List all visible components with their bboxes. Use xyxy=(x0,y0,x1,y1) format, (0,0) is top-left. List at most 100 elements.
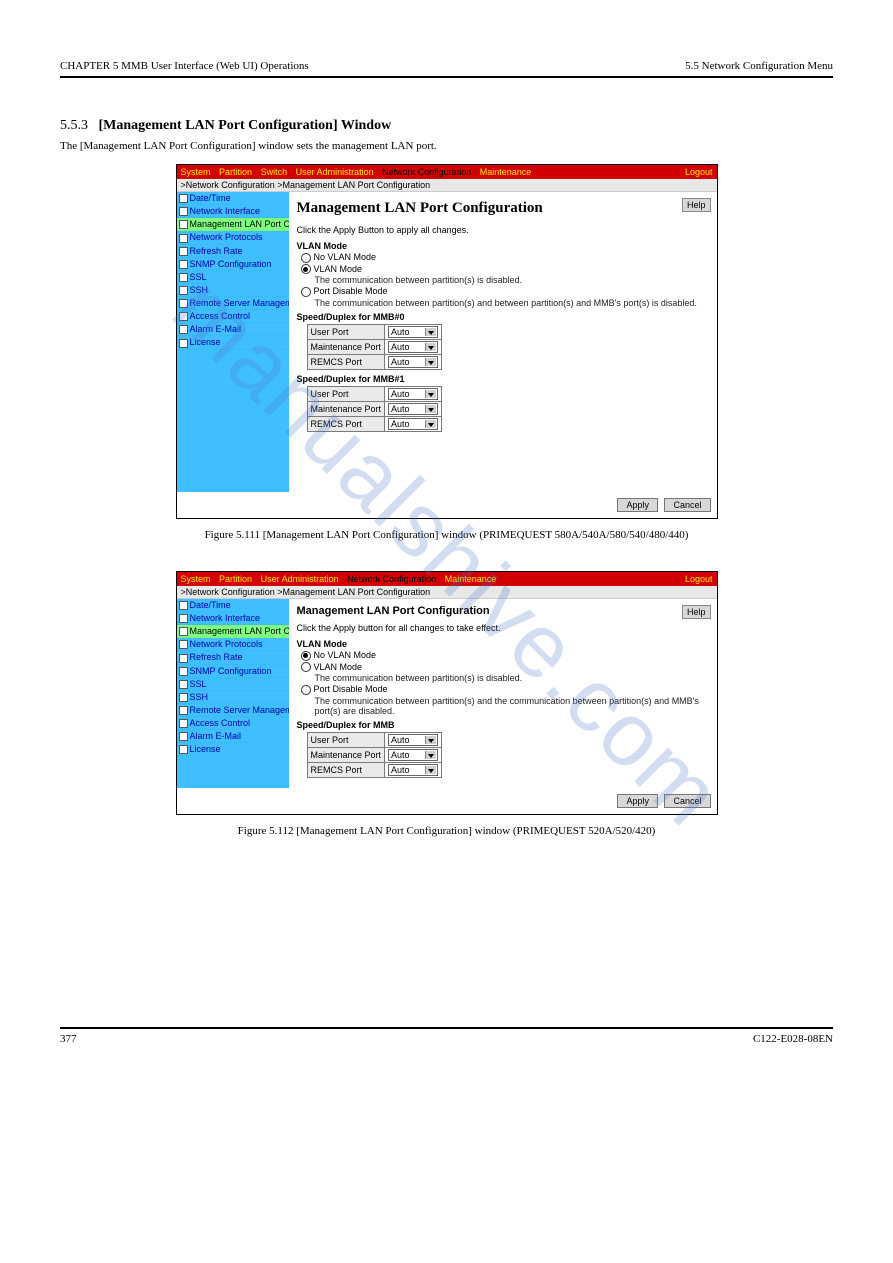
row-label: Maintenance Port xyxy=(307,339,385,354)
top-menu-bar: System Partition Switch User Administrat… xyxy=(177,165,717,179)
select-remcs-port-0[interactable]: Auto xyxy=(388,356,438,368)
select-maint-port-0[interactable]: Auto xyxy=(388,341,438,353)
table-row: REMCS PortAuto xyxy=(307,416,442,431)
nav-mgmt-lan-port-2[interactable]: Management LAN Port Configura xyxy=(177,625,289,638)
row-label: REMCS Port xyxy=(307,354,385,369)
vlan-mode-label: VLAN Mode xyxy=(297,241,709,251)
nav-mgmt-lan-port[interactable]: Management LAN Port Configuration xyxy=(177,218,289,231)
cancel-button[interactable]: Cancel xyxy=(664,498,710,512)
nav-snmp-2[interactable]: SNMP Configuration xyxy=(177,665,289,678)
speed-duplex-table-mmb0: User PortAuto Maintenance PortAuto REMCS… xyxy=(307,324,443,370)
nav-ssh[interactable]: SSH xyxy=(177,284,289,297)
top-menu-bar-2: System Partition User Administration Net… xyxy=(177,572,717,586)
row-label: User Port xyxy=(307,732,385,747)
vlan-mode-label-2: VLAN Mode xyxy=(297,639,709,649)
section-title: [Management LAN Port Configuration] Wind… xyxy=(99,118,392,133)
screenshot-1: System Partition Switch User Administrat… xyxy=(176,164,718,519)
radio-port-disable-2[interactable]: Port Disable Mode xyxy=(301,684,709,695)
menu-partition[interactable]: Partition xyxy=(219,167,252,177)
nav-snmp[interactable]: SNMP Configuration xyxy=(177,258,289,271)
menu-partition-2[interactable]: Partition xyxy=(219,574,252,584)
table-row: User PortAuto xyxy=(307,324,442,339)
table-row: Maintenance PortAuto xyxy=(307,747,442,762)
nav-remote-server-mgmt[interactable]: Remote Server Management xyxy=(177,297,289,310)
port-disable-desc-2: The communication between partition(s) a… xyxy=(315,696,709,716)
section-body: The [Management LAN Port Configuration] … xyxy=(60,140,833,152)
select-user-port-1[interactable]: Auto xyxy=(388,388,438,400)
menu-network-config[interactable]: Network Configuration xyxy=(382,167,471,177)
nav-network-interface[interactable]: Network Interface xyxy=(177,205,289,218)
table-row: Maintenance PortAuto xyxy=(307,401,442,416)
content-pane: Help Management LAN Port Configuration C… xyxy=(289,192,717,492)
select-maint-port-1[interactable]: Auto xyxy=(388,403,438,415)
radio-vlan-2[interactable]: VLAN Mode xyxy=(301,662,709,673)
breadcrumb: >Network Configuration >Management LAN P… xyxy=(177,179,717,192)
nav-access-control-2[interactable]: Access Control xyxy=(177,717,289,730)
radio-no-vlan-2[interactable]: No VLAN Mode xyxy=(301,650,709,661)
nav-refresh-rate[interactable]: Refresh Rate xyxy=(177,245,289,258)
header-left: CHAPTER 5 MMB User Interface (Web UI) Op… xyxy=(60,60,309,72)
page-title: Management LAN Port Configuration xyxy=(297,200,709,217)
row-label: User Port xyxy=(307,386,385,401)
radio-vlan[interactable]: VLAN Mode xyxy=(301,264,709,275)
footer-left: 377 xyxy=(60,1033,77,1045)
apply-hint: Click the Apply Button to apply all chan… xyxy=(297,225,709,235)
nav-ssh-2[interactable]: SSH xyxy=(177,691,289,704)
menu-switch[interactable]: Switch xyxy=(261,167,288,177)
nav-date-time[interactable]: Date/Time xyxy=(177,192,289,205)
menu-system[interactable]: System xyxy=(181,167,211,177)
cancel-button-2[interactable]: Cancel xyxy=(664,794,710,808)
table-row: User PortAuto xyxy=(307,732,442,747)
logout-link[interactable]: Logout xyxy=(685,165,713,179)
nav-license-2[interactable]: License xyxy=(177,743,289,756)
figure-2-caption: Figure 5.112 [Management LAN Port Config… xyxy=(60,825,833,837)
top-rule xyxy=(60,76,833,78)
nav-date-time-2[interactable]: Date/Time xyxy=(177,599,289,612)
help-button[interactable]: Help xyxy=(682,198,711,212)
nav-access-control[interactable]: Access Control xyxy=(177,310,289,323)
nav-alarm-email-2[interactable]: Alarm E-Mail xyxy=(177,730,289,743)
nav-network-protocols[interactable]: Network Protocols xyxy=(177,231,289,244)
menu-maintenance-2[interactable]: Maintenance xyxy=(445,574,497,584)
nav-refresh-rate-2[interactable]: Refresh Rate xyxy=(177,651,289,664)
radio-port-disable[interactable]: Port Disable Mode xyxy=(301,286,709,297)
nav-remote-server-mgmt-2[interactable]: Remote Server Management xyxy=(177,704,289,717)
nav-alarm-email[interactable]: Alarm E-Mail xyxy=(177,323,289,336)
radio-no-vlan[interactable]: No VLAN Mode xyxy=(301,252,709,263)
menu-maintenance[interactable]: Maintenance xyxy=(480,167,532,177)
nav-ssl-2[interactable]: SSL xyxy=(177,678,289,691)
nav-license[interactable]: License xyxy=(177,336,289,349)
row-label: Maintenance Port xyxy=(307,747,385,762)
select-user-port[interactable]: Auto xyxy=(388,734,438,746)
menu-system-2[interactable]: System xyxy=(181,574,211,584)
menu-user-admin-2[interactable]: User Administration xyxy=(261,574,339,584)
menu-user-admin[interactable]: User Administration xyxy=(296,167,374,177)
port-disable-desc: The communication between partition(s) a… xyxy=(315,298,709,308)
select-remcs-port-1[interactable]: Auto xyxy=(388,418,438,430)
side-nav: Date/Time Network Interface Management L… xyxy=(177,192,289,492)
apply-button[interactable]: Apply xyxy=(617,498,658,512)
row-label: User Port xyxy=(307,324,385,339)
select-remcs-port[interactable]: Auto xyxy=(388,764,438,776)
vlan-desc-2: The communication between partition(s) i… xyxy=(315,673,709,683)
help-button-2[interactable]: Help xyxy=(682,605,711,619)
button-row: Apply Cancel xyxy=(177,492,717,518)
figure-1-caption: Figure 5.111 [Management LAN Port Config… xyxy=(60,529,833,541)
select-maint-port[interactable]: Auto xyxy=(388,749,438,761)
speed-duplex-mmb1-label: Speed/Duplex for MMB#1 xyxy=(297,374,709,384)
nav-ssl[interactable]: SSL xyxy=(177,271,289,284)
apply-button-2[interactable]: Apply xyxy=(617,794,658,808)
speed-duplex-mmb0-label: Speed/Duplex for MMB#0 xyxy=(297,312,709,322)
logout-link-2[interactable]: Logout xyxy=(685,572,713,586)
footer-right: C122-E028-08EN xyxy=(753,1033,833,1045)
table-row: Maintenance PortAuto xyxy=(307,339,442,354)
select-user-port-0[interactable]: Auto xyxy=(388,326,438,338)
row-label: Maintenance Port xyxy=(307,401,385,416)
menu-network-config-2[interactable]: Network Configuration xyxy=(347,574,436,584)
apply-hint-2: Click the Apply button for all changes t… xyxy=(297,623,709,633)
page-title-2: Management LAN Port Configuration xyxy=(297,605,709,617)
table-row: REMCS PortAuto xyxy=(307,354,442,369)
speed-duplex-mmb-label: Speed/Duplex for MMB xyxy=(297,720,709,730)
nav-network-interface-2[interactable]: Network Interface xyxy=(177,612,289,625)
nav-network-protocols-2[interactable]: Network Protocols xyxy=(177,638,289,651)
